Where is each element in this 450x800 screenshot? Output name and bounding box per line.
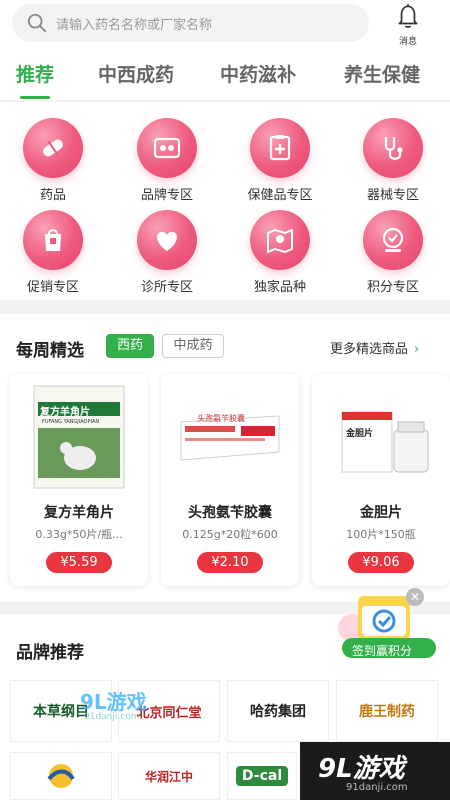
product-box-text: 复方羊角片 <box>40 407 90 418</box>
product-price: ¥2.10 <box>197 552 263 573</box>
brand-logo[interactable]: 华润江中 <box>118 752 220 800</box>
brand-name: 鹿王制药 <box>359 704 415 720</box>
top-bar: 请输入药名名称或厂家名称 消息 <box>0 0 450 54</box>
watermark-overlay-url: 91danji.com <box>84 712 140 722</box>
category-label: 保健品专区 <box>247 188 313 203</box>
message-label: 消息 <box>398 37 417 47</box>
category-label: 积分专区 <box>366 280 419 295</box>
checkin-widget[interactable]: 签到赢积分 ✕ <box>330 588 442 662</box>
category-tabs: 推荐 中西成药 中药滋补 养生保健 <box>0 56 450 96</box>
category-item-points[interactable]: 积分专区 <box>343 210 443 295</box>
tab-western-chinese-medicine[interactable]: 中西成药 <box>98 60 174 87</box>
brand-logo[interactable]: D-cal <box>227 752 297 800</box>
search-icon <box>27 13 47 33</box>
product-spec: 0.33g*50片/瓶... <box>35 528 123 541</box>
brand-logo[interactable]: 哈药集团 <box>227 680 329 742</box>
promo-bag-icon <box>23 210 83 270</box>
category-item-brand[interactable]: 品牌专区 <box>117 118 217 203</box>
health-clipboard-icon <box>250 118 310 178</box>
brand-logo[interactable] <box>10 752 112 800</box>
product-box-text: 头孢氨苄胶囊 <box>197 414 245 423</box>
product-name: 头孢氨苄胶囊 <box>188 505 272 521</box>
map-pin-icon <box>250 210 310 270</box>
brand-logo[interactable]: 鹿王制药 <box>336 680 438 742</box>
bell-icon <box>398 4 418 28</box>
category-item-drugs[interactable]: 药品 <box>3 118 103 203</box>
category-label: 品牌专区 <box>140 188 193 203</box>
tab-recommend[interactable]: 推荐 <box>16 60 54 87</box>
section-divider <box>0 300 450 314</box>
checkin-label: 签到赢积分 <box>352 644 413 658</box>
product-card[interactable]: 头孢氨苄胶囊 头孢氨苄胶囊 0.125g*20粒*600 ¥2.10 <box>161 374 299 586</box>
pill-icon <box>23 118 83 178</box>
product-image: 金胆片 <box>322 382 440 492</box>
category-item-promotions[interactable]: 促销专区 <box>3 210 103 295</box>
brand-recommend-title: 品牌推荐 <box>16 643 84 663</box>
search-input[interactable]: 请输入药名名称或厂家名称 <box>12 4 369 42</box>
search-placeholder: 请输入药名名称或厂家名称 <box>56 17 213 33</box>
watermark: 9L游戏 91danji.com <box>300 742 450 800</box>
reward-badge-icon <box>363 210 423 270</box>
product-spec: 0.125g*20粒*600 <box>182 528 278 541</box>
chevron-right-icon: › <box>414 342 420 357</box>
brand-name: D-cal <box>235 766 289 786</box>
tab-health-care[interactable]: 养生保健 <box>344 60 420 87</box>
product-price: ¥9.06 <box>348 552 414 573</box>
category-item-devices[interactable]: 器械专区 <box>343 118 443 203</box>
category-item-clinic[interactable]: 诊所专区 <box>117 210 217 295</box>
watermark-text: 9L游戏 <box>318 754 405 784</box>
product-image: 头孢氨苄胶囊 <box>171 382 289 492</box>
product-name: 复方羊角片 <box>44 505 114 521</box>
brand-name: 华润江中 <box>144 769 193 784</box>
brand-icon <box>137 118 197 178</box>
product-price: ¥5.59 <box>46 552 112 573</box>
filter-western-medicine[interactable]: 西药 <box>106 334 154 358</box>
product-box-subtitle: FUFANG YANGJIAOPIAN <box>42 419 100 425</box>
category-label: 独家品种 <box>253 280 306 295</box>
watermark-overlay: 9L游戏 <box>80 690 147 714</box>
product-image: 复方羊角片 FUFANG YANGJIAOPIAN <box>20 382 138 492</box>
product-spec: 100片*150瓶 <box>346 528 416 541</box>
category-item-health-products[interactable]: 保健品专区 <box>230 118 330 203</box>
product-name: 金胆片 <box>360 505 402 521</box>
filter-chinese-patent-medicine[interactable]: 中成药 <box>162 334 224 358</box>
category-label: 诊所专区 <box>140 280 193 295</box>
message-button[interactable]: 消息 <box>384 2 432 50</box>
stethoscope-icon <box>363 118 423 178</box>
category-label: 药品 <box>39 188 66 203</box>
more-picks-label: 更多精选商品 <box>330 342 409 357</box>
product-box-text: 金胆片 <box>346 429 374 439</box>
watermark-url: 91danji.com <box>346 782 408 793</box>
brand-name: 哈药集团 <box>250 704 306 720</box>
more-picks-link[interactable]: 更多精选商品 › <box>330 338 419 357</box>
weekly-picks-title: 每周精选 <box>16 341 84 361</box>
category-item-exclusive[interactable]: 独家品种 <box>230 210 330 295</box>
category-label: 促销专区 <box>26 280 79 295</box>
category-label: 器械专区 <box>366 188 419 203</box>
tab-underline <box>20 96 50 99</box>
close-icon[interactable]: ✕ <box>406 588 424 606</box>
brand-logo-mark <box>47 764 75 788</box>
divider <box>0 100 450 102</box>
heart-icon <box>137 210 197 270</box>
product-card[interactable]: 金胆片 金胆片 100片*150瓶 ¥9.06 <box>312 374 450 586</box>
product-card[interactable]: 复方羊角片 FUFANG YANGJIAOPIAN 复方羊角片 0.33g*50… <box>10 374 148 586</box>
tab-tonic[interactable]: 中药滋补 <box>220 60 296 87</box>
